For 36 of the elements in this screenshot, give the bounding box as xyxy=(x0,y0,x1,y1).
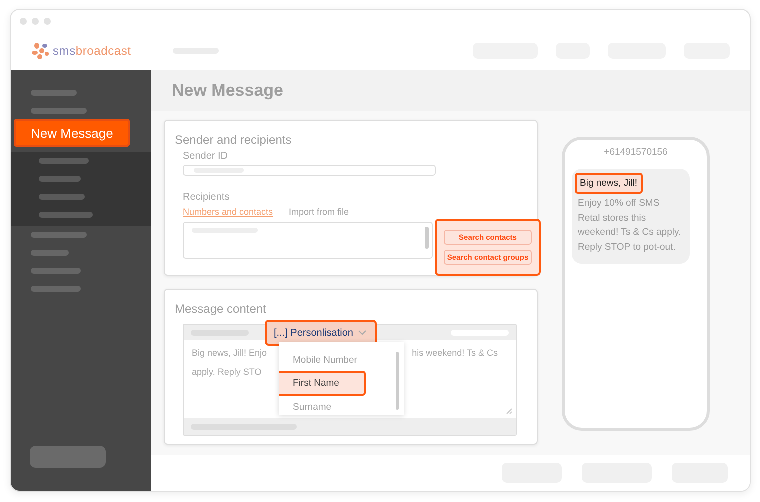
placeholder-bar xyxy=(31,286,81,292)
phone-number: +61491570156 xyxy=(604,147,668,158)
recipients-tab[interactable]: Numbers and contacts xyxy=(183,207,274,217)
menu-item[interactable]: First Name xyxy=(279,371,366,396)
placeholder-bar xyxy=(39,176,81,182)
placeholder-bar xyxy=(31,108,87,114)
message-text: apply. Reply STO xyxy=(192,367,262,377)
card-title: Message content xyxy=(175,302,268,316)
sender-id-field[interactable] xyxy=(183,165,436,176)
field-label: Sender ID xyxy=(182,151,230,162)
recipients-tab[interactable]: Import from file xyxy=(289,207,350,217)
resize-handle-icon[interactable] xyxy=(506,408,513,415)
placeholder-bar xyxy=(31,232,87,238)
window-dot[interactable] xyxy=(20,18,27,24)
menu-item[interactable]: Mobile Number xyxy=(279,349,404,371)
page-title: New Message xyxy=(151,70,750,111)
placeholder-bar xyxy=(39,212,93,218)
flower-logo-icon xyxy=(31,42,51,60)
message-text: Big news, Jill! Enjo xyxy=(192,348,268,358)
chevron-down-icon xyxy=(358,330,368,336)
card-title: Sender and recipients xyxy=(175,133,293,147)
menu-item[interactable]: Surname xyxy=(279,396,404,415)
logo-text: smsbroadcast xyxy=(53,44,132,58)
highlighted-text: Big news, Jill! xyxy=(575,173,643,194)
window-dot[interactable] xyxy=(44,18,51,24)
window-dot[interactable] xyxy=(32,18,39,24)
placeholder-bar xyxy=(39,158,89,164)
placeholder-bar xyxy=(31,250,69,256)
sidebar-item[interactable]: New Message xyxy=(14,119,130,147)
placeholder-bar xyxy=(31,268,81,274)
field-label: Recipients xyxy=(182,192,231,203)
message-text: his weekend! Ts & Cs xyxy=(412,348,498,358)
message-text: Enjoy 10% off SMS Retal stores this weekend! Ts & Cs apply. Reply STOP to pot-out. xyxy=(578,197,682,254)
placeholder-bar xyxy=(31,90,77,96)
placeholder-bar xyxy=(39,194,85,200)
recipients-field[interactable] xyxy=(183,222,433,259)
